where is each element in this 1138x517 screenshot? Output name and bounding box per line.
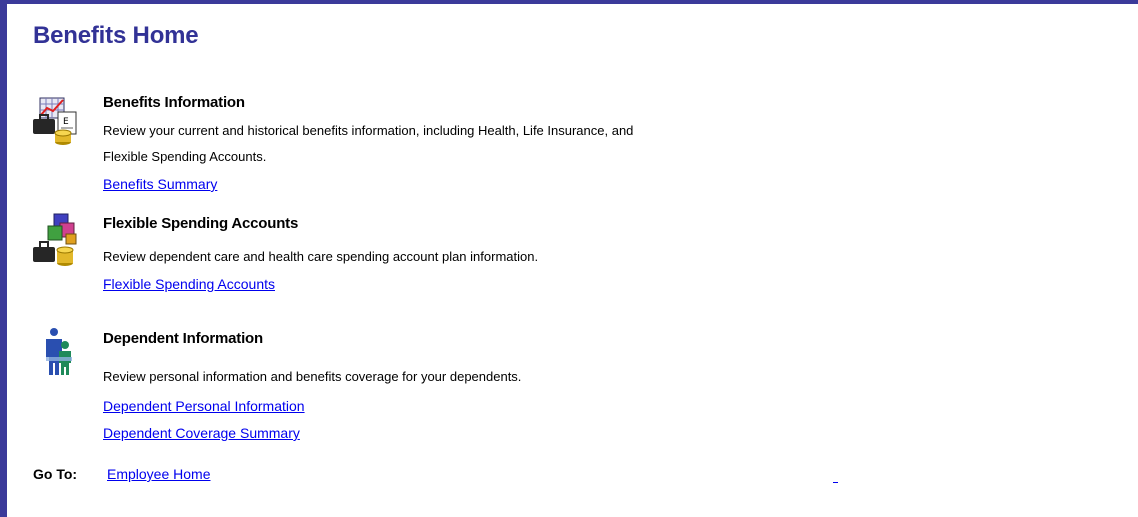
section-title-benefits-information: Benefits Information (103, 94, 245, 111)
dependents-people-icon (42, 327, 76, 382)
section-description-flexible-spending-accounts: Review dependent care and health care sp… (103, 249, 539, 264)
section-title-dependent-information: Dependent Information (103, 330, 263, 347)
empty-link-underline[interactable] (833, 482, 838, 483)
svg-text:E: E (63, 117, 69, 127)
benefits-chart-icon: E (30, 95, 82, 152)
flexible-spending-accounts-link[interactable]: Flexible Spending Accounts (103, 276, 275, 292)
frame-top-border (0, 0, 1138, 4)
section-description-dependent-information: Review personal information and benefits… (103, 369, 522, 384)
employee-home-link[interactable]: Employee Home (107, 466, 211, 482)
page-title: Benefits Home (33, 22, 199, 49)
goto-label: Go To: (33, 466, 78, 482)
dependent-coverage-summary-link[interactable]: Dependent Coverage Summary (103, 425, 300, 441)
spending-blocks-icon (30, 210, 82, 275)
dependent-personal-information-link[interactable]: Dependent Personal Information (103, 398, 305, 414)
section-title-flexible-spending-accounts: Flexible Spending Accounts (103, 215, 299, 232)
frame-left-border (0, 0, 7, 517)
section-description-benefits-information: Review your current and historical benef… (103, 123, 634, 164)
benefits-summary-link[interactable]: Benefits Summary (103, 176, 217, 192)
